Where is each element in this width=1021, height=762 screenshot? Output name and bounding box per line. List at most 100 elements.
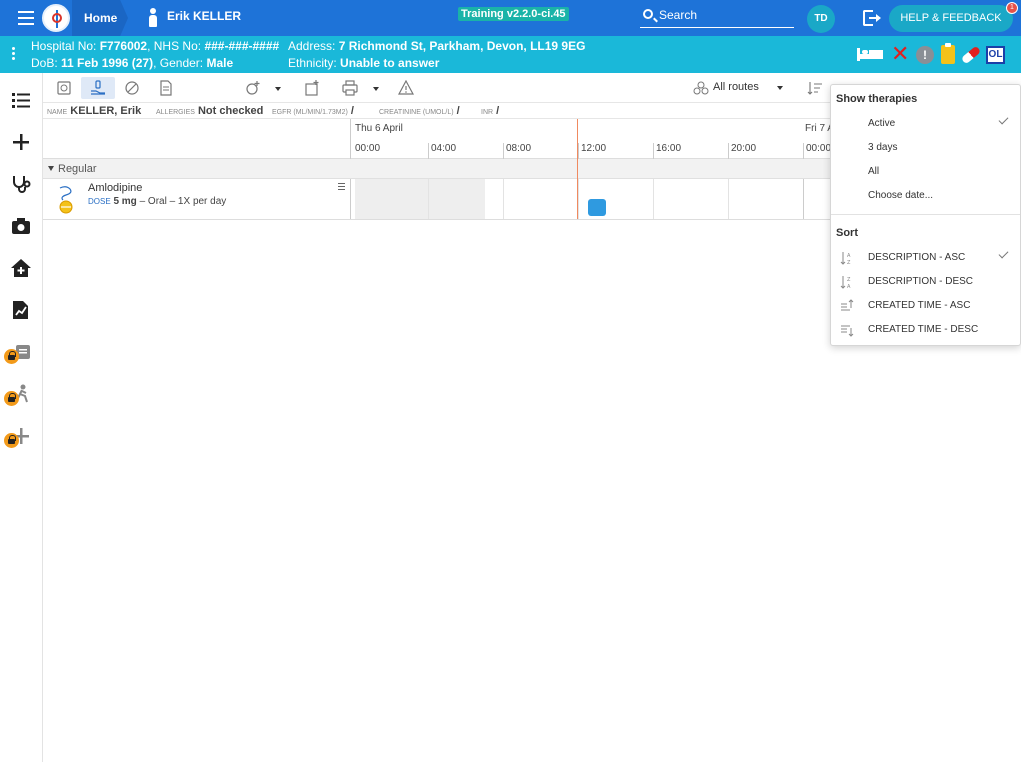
sort-alpha-asc-icon: A Z xyxy=(840,252,851,265)
day-label: Thu 6 April xyxy=(355,123,403,134)
sort-icon[interactable] xyxy=(807,80,823,96)
ethnicity-label: Ethnicity: xyxy=(288,56,337,70)
routes-icon xyxy=(693,81,709,95)
chevron-down-icon[interactable] xyxy=(373,87,379,91)
dob-gender-line: DoB: 11 Feb 1996 (27), Gender: Male xyxy=(31,56,233,70)
hospital-no-label: Hospital No: xyxy=(31,39,97,53)
allergies-status: Not checked xyxy=(197,105,264,117)
bed-icon[interactable] xyxy=(857,48,883,61)
show-active-option[interactable]: Active xyxy=(831,113,1020,135)
sort-created-desc-option[interactable]: CREATED TIME - DESC xyxy=(831,319,1020,341)
allergy-x-icon[interactable]: ✕ xyxy=(891,43,909,65)
hour-label: 08:00 xyxy=(503,143,531,159)
svg-text:A: A xyxy=(847,253,851,259)
left-nav xyxy=(0,73,43,762)
hour-label: 04:00 xyxy=(428,143,456,159)
medication-chart-icon[interactable] xyxy=(56,80,72,96)
camera-icon[interactable] xyxy=(10,215,32,237)
chevron-down-icon[interactable] xyxy=(275,87,281,91)
breadcrumb-home[interactable]: Home xyxy=(72,0,128,36)
breadcrumb-patient[interactable]: Erik KELLER xyxy=(167,9,241,23)
patient-info-bar: Hospital No: F776002, NHS No: ###-###-##… xyxy=(0,36,1021,73)
print-icon[interactable] xyxy=(342,80,358,96)
patient-name: KELLER, Erik xyxy=(70,105,142,117)
app-logo[interactable] xyxy=(42,4,70,32)
collapse-triangle-icon[interactable] xyxy=(48,166,54,171)
home-plus-icon[interactable] xyxy=(10,257,32,279)
lock-icon xyxy=(4,433,19,448)
hour-label: 00:00 xyxy=(355,143,381,154)
creatinine-item: CREATININE (UMOL/L) / xyxy=(379,105,460,117)
pill-icon[interactable] xyxy=(124,80,140,96)
top-bar: Home Erik KELLER Training v2.2.0-ci.45 S… xyxy=(0,0,1021,36)
current-time-line xyxy=(577,119,578,219)
search-icon xyxy=(643,9,653,19)
show-all-option[interactable]: All xyxy=(831,161,1020,183)
search-label: Search xyxy=(659,8,698,22)
inr-item: INR / xyxy=(481,105,500,117)
lock-icon xyxy=(4,391,19,406)
sort-description-asc-option[interactable]: A Z DESCRIPTION - ASC xyxy=(831,247,1020,269)
egfr-item: EGFR (ML/MIN/1.73M2) / xyxy=(272,105,354,117)
hour-label: 00:00 xyxy=(803,143,831,159)
pill-icon[interactable] xyxy=(960,45,982,65)
sort-time-desc-icon xyxy=(841,325,854,337)
nhs-no: ###-###-#### xyxy=(204,39,280,53)
plus-icon[interactable] xyxy=(10,131,32,153)
hour-label: 20:00 xyxy=(728,143,756,159)
help-feedback-button[interactable]: HELP & FEEDBACK xyxy=(889,5,1013,32)
kebab-menu-icon[interactable] xyxy=(12,47,15,62)
svg-text:Z: Z xyxy=(847,277,851,283)
home-label: Home xyxy=(84,11,118,25)
user-avatar[interactable]: TD xyxy=(807,5,835,33)
hand-dose-icon[interactable] xyxy=(90,80,106,96)
alert-icon[interactable]: ! xyxy=(916,46,934,64)
therapy-menu-icon[interactable] xyxy=(338,183,345,192)
check-icon xyxy=(998,248,1009,259)
dose-value: 5 mg xyxy=(113,196,137,207)
dob-label: DoB: xyxy=(31,56,58,70)
address-label: Address: xyxy=(288,39,336,53)
hamburger-menu-icon[interactable] xyxy=(18,11,34,25)
group-label: Regular xyxy=(58,163,97,175)
search-button[interactable]: Search xyxy=(640,6,794,28)
document-chart-icon[interactable] xyxy=(10,299,32,321)
nhs-no-label: , NHS No: xyxy=(147,39,202,53)
notification-badge: 1 xyxy=(1006,2,1018,14)
add-therapy-icon[interactable] xyxy=(245,80,261,96)
document-icon[interactable] xyxy=(158,80,174,96)
add-order-icon[interactable] xyxy=(304,80,320,96)
scheduled-dose-marker[interactable] xyxy=(588,199,606,216)
past-period-shade xyxy=(355,179,485,219)
sort-description-desc-option[interactable]: Z A DESCRIPTION - DESC xyxy=(831,271,1020,293)
sort-header: Sort xyxy=(836,227,858,239)
routes-dropdown[interactable]: All routes xyxy=(713,81,759,93)
lock-icon xyxy=(4,349,19,364)
sort-time-asc-icon xyxy=(841,299,854,311)
choose-date-option[interactable]: Choose date... xyxy=(831,185,1020,207)
version-badge: Training v2.2.0-ci.45 xyxy=(458,7,569,21)
sort-alpha-desc-icon: Z A xyxy=(840,276,851,289)
clipboard-icon[interactable] xyxy=(941,43,955,64)
stethoscope-icon[interactable] xyxy=(10,173,32,195)
medication-dose: DOSE 5 mg – Oral – 1X per day xyxy=(88,196,227,207)
warning-icon[interactable] xyxy=(398,80,414,96)
address: 7 Richmond St, Parkham, Devon, LL19 9EG xyxy=(338,39,586,53)
logout-icon[interactable] xyxy=(863,10,881,26)
chevron-down-icon[interactable] xyxy=(777,86,783,90)
show-3-days-option[interactable]: 3 days xyxy=(831,137,1020,159)
ethnicity: Unable to answer xyxy=(340,56,440,70)
therapy-options-dropdown: Show therapies Active 3 days All Choose … xyxy=(830,84,1021,346)
gender: Male xyxy=(206,56,234,70)
list-icon[interactable] xyxy=(10,89,32,111)
address-line: Address: 7 Richmond St, Parkham, Devon, … xyxy=(288,39,585,53)
ol-badge[interactable]: OL xyxy=(986,46,1005,64)
hospital-no: F776002 xyxy=(99,39,148,53)
svg-text:Z: Z xyxy=(847,260,851,265)
gender-label: , Gender: xyxy=(153,56,204,70)
person-icon xyxy=(146,8,160,28)
hour-label: 12:00 xyxy=(578,143,606,159)
dob: 11 Feb 1996 (27) xyxy=(61,56,154,70)
sort-created-asc-option[interactable]: CREATED TIME - ASC xyxy=(831,295,1020,317)
svg-text:A: A xyxy=(847,284,851,289)
